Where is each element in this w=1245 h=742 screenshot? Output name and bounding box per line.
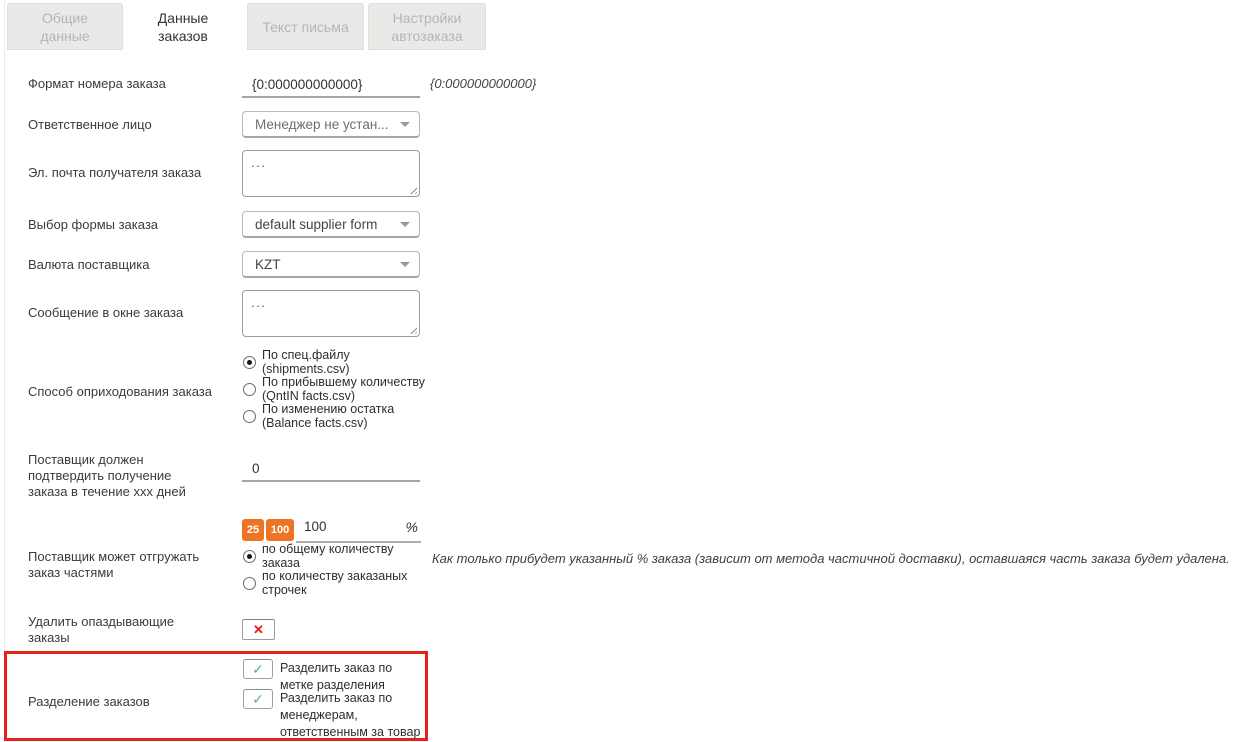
tab-general-data[interactable]: Общие данные <box>7 3 123 50</box>
tab-letter-text[interactable]: Текст письма <box>247 3 364 50</box>
percent-unit-label: % <box>406 519 418 535</box>
split-by-manager-checkbox[interactable]: ✓ <box>243 689 273 709</box>
partial-option-ordered-lines[interactable]: по количеству заказаных строчек <box>243 570 407 597</box>
order-number-format-hint: {0:000000000000} <box>430 76 536 91</box>
tab-autoorder-settings[interactable]: Настройки автозаказа <box>368 3 486 50</box>
dropdown-arrow-icon <box>400 262 410 267</box>
order-number-format-input[interactable] <box>242 74 420 98</box>
order-form-select[interactable]: default supplier form <box>242 211 420 238</box>
check-icon: ✓ <box>252 692 264 706</box>
preset-25-button[interactable]: 25 <box>242 519 264 541</box>
delete-late-orders-checkbox[interactable]: ✕ <box>242 619 275 640</box>
order-settings-page: Общие данные Данные заказов Текст письма… <box>0 0 1245 742</box>
order-splitting-label: Разделение заказов <box>28 694 233 710</box>
option-label: По изменению остатка (Balance facts.csv) <box>262 403 394 430</box>
supplier-currency-label: Валюта поставщика <box>28 257 233 273</box>
delete-late-orders-label: Удалить опаздывающие заказы <box>28 614 188 646</box>
radio-checked-icon <box>243 356 256 369</box>
tab-order-data[interactable]: Данные заказов <box>123 3 243 50</box>
radio-checked-icon <box>243 550 256 563</box>
order-form-value: default supplier form <box>255 217 377 232</box>
option-label: по количеству заказаных строчек <box>262 570 407 597</box>
supplier-currency-select[interactable]: KZT <box>242 251 420 278</box>
responsible-person-label: Ответственное лицо <box>28 117 233 133</box>
x-mark-icon: ✕ <box>253 623 264 636</box>
order-number-format-label: Формат номера заказа <box>28 76 233 92</box>
recipient-email-field[interactable]: ... <box>242 150 420 197</box>
responsible-person-select[interactable]: Менеджер не устан... <box>242 111 420 138</box>
split-by-mark-checkbox[interactable]: ✓ <box>243 659 273 679</box>
receipt-method-option-qntin[interactable]: По прибывшему количеству (QntIN facts.cs… <box>243 376 425 403</box>
responsible-person-value: Менеджер не устан... <box>255 117 389 132</box>
receipt-method-option-balance[interactable]: По изменению остатка (Balance facts.csv) <box>243 403 394 430</box>
order-window-message-textarea[interactable]: ... <box>242 290 420 337</box>
option-label: по общему количеству заказа <box>262 543 393 570</box>
partial-option-total-quantity[interactable]: по общему количеству заказа <box>243 543 393 570</box>
order-window-message-field[interactable]: ... <box>242 290 420 337</box>
confirm-days-input[interactable] <box>242 458 420 482</box>
partial-percent-input[interactable] <box>296 517 384 534</box>
radio-icon <box>243 577 256 590</box>
recipient-email-textarea[interactable]: ... <box>242 150 420 197</box>
supplier-currency-value: KZT <box>255 257 281 272</box>
partial-shipping-label: Поставщик может отгружать заказ частями <box>28 549 213 581</box>
radio-icon <box>243 383 256 396</box>
page-left-border <box>4 0 5 742</box>
split-by-mark-label: Разделить заказ по метке разделения <box>280 660 430 694</box>
receipt-method-label: Способ оприходования заказа <box>28 384 233 400</box>
dropdown-arrow-icon <box>400 222 410 227</box>
option-label: По спец.файлу (shipments.csv) <box>262 349 350 376</box>
preset-100-button[interactable]: 100 <box>266 519 294 541</box>
order-window-message-label: Сообщение в окне заказа <box>28 305 233 321</box>
option-label: По прибывшему количеству (QntIN facts.cs… <box>262 376 425 403</box>
radio-icon <box>243 410 256 423</box>
receipt-method-option-shipments[interactable]: По спец.файлу (shipments.csv) <box>243 349 350 376</box>
check-icon: ✓ <box>252 662 264 676</box>
split-by-manager-label: Разделить заказ по менеджерам, ответстве… <box>280 690 440 741</box>
dropdown-arrow-icon <box>400 122 410 127</box>
recipient-email-label: Эл. почта получателя заказа <box>28 165 233 181</box>
partial-percent-field: % <box>296 517 421 543</box>
partial-shipping-note: Как только прибудет указанный % заказа (… <box>432 551 1230 566</box>
order-form-label: Выбор формы заказа <box>28 217 233 233</box>
confirm-days-label: Поставщик должен подтвердить получение з… <box>28 452 193 500</box>
